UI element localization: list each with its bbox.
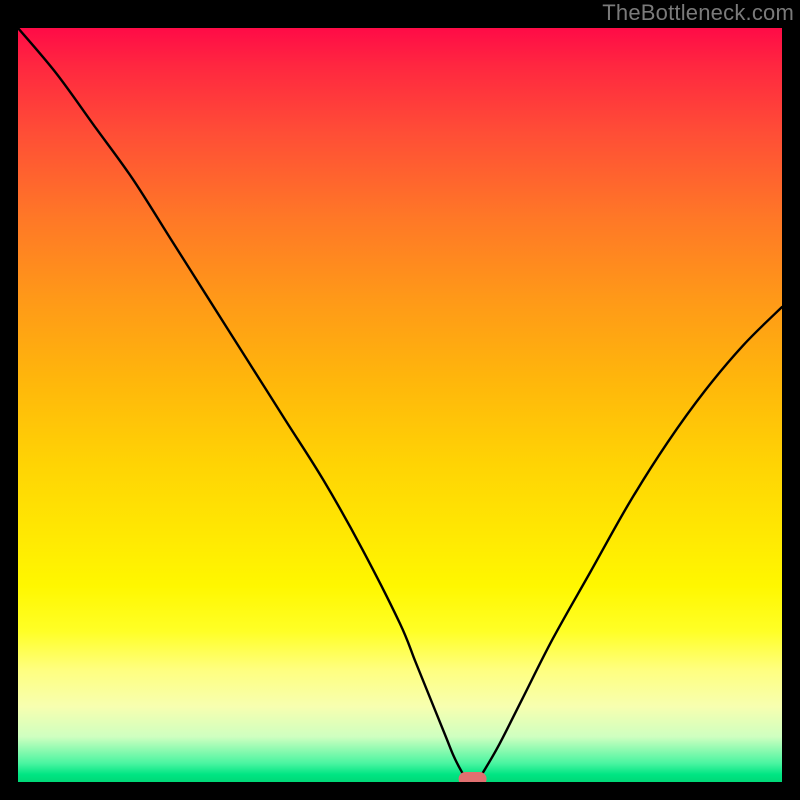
bottleneck-curve [18,28,782,782]
curve-layer [18,28,782,782]
plot-area [18,28,782,782]
optimum-marker [459,772,487,782]
bottleneck-chart: TheBottleneck.com [0,0,800,800]
watermark-text: TheBottleneck.com [602,0,794,26]
